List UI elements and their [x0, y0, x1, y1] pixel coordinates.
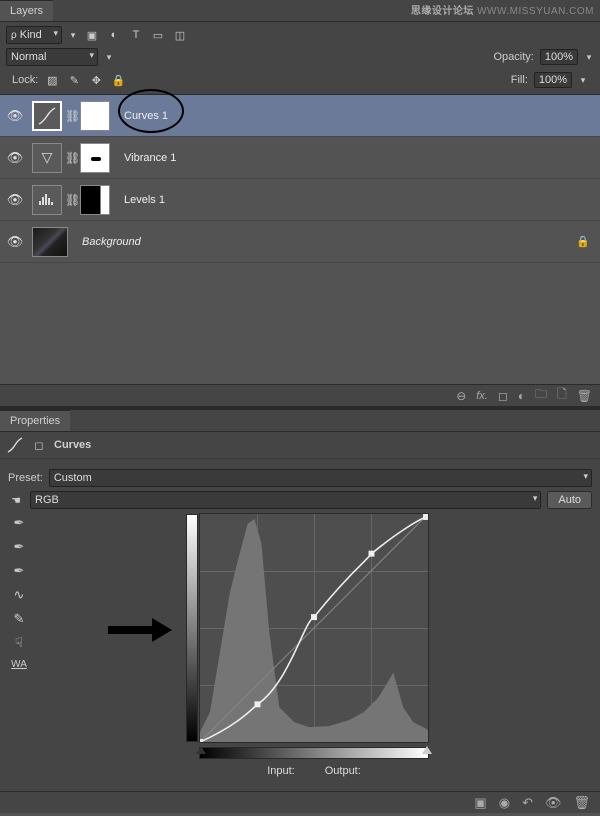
output-label: Output: [325, 765, 361, 777]
lock-pixels-icon[interactable]: ✎ [66, 72, 82, 88]
fill-value[interactable]: 100% [534, 72, 572, 88]
visibility-icon[interactable]: 👁 [6, 192, 24, 208]
filter-shape-icon[interactable]: ▭ [150, 27, 166, 43]
mask-thumb[interactable] [80, 185, 110, 215]
adjustment-thumb-curves[interactable] [32, 101, 62, 131]
white-point-slider[interactable] [422, 746, 432, 754]
output-gradient [186, 514, 198, 742]
trash-icon[interactable]: 🗑 [577, 389, 592, 403]
opacity-label: Opacity: [494, 51, 534, 63]
target-adjust-icon[interactable]: ☚ [8, 492, 24, 508]
layers-panel: Layers ρ Kind ▾ ▣ ◐ T ▭ ◫ Normal ▾ Opaci… [0, 0, 600, 406]
curve-line[interactable] [200, 514, 428, 742]
chevron-down-icon[interactable]: ▾ [104, 49, 114, 65]
mask-link-icon[interactable]: ⛓ [65, 193, 77, 207]
link-layers-icon[interactable]: ⊖ [456, 389, 466, 403]
auto-button[interactable]: Auto [547, 491, 592, 509]
mask-icon[interactable]: ◻ [30, 436, 48, 454]
filter-smart-icon[interactable]: ◫ [172, 27, 188, 43]
mask-thumb[interactable] [80, 143, 110, 173]
curves-tool-column: ✒ ✒ ✒ ∿ ✎ ☟ WA [8, 513, 30, 777]
layer-row-levels[interactable]: 👁 ⛓ Levels 1 [0, 179, 600, 221]
preset-label: Preset: [8, 472, 43, 484]
filter-adjust-icon[interactable]: ◐ [106, 27, 122, 43]
new-layer-icon[interactable]: 🗋 [557, 385, 567, 406]
layer-name[interactable]: Curves 1 [124, 110, 168, 122]
clip-to-layer-icon[interactable]: ▣ [474, 795, 486, 811]
lock-transparent-icon[interactable]: ▨ [44, 72, 60, 88]
channel-select[interactable]: RGB [30, 491, 541, 509]
mask-thumb[interactable] [80, 101, 110, 131]
input-gradient[interactable] [199, 747, 429, 759]
properties-panel: Properties ◻ Curves Preset: Custom ☚ RGB… [0, 406, 600, 813]
visibility-icon[interactable]: 👁 [6, 234, 24, 250]
lock-position-icon[interactable]: ✥ [88, 72, 104, 88]
blend-mode-select[interactable]: Normal [6, 48, 98, 66]
adjustment-thumb-levels[interactable] [32, 185, 62, 215]
layer-row-curves[interactable]: 👁 ⛓ Curves 1 [0, 95, 600, 137]
layer-name[interactable]: Background [82, 236, 141, 248]
new-group-icon[interactable]: 🗀 [535, 385, 547, 406]
chevron-down-icon[interactable]: ▾ [68, 27, 78, 43]
edit-points-icon[interactable]: ∿ [14, 587, 25, 603]
layers-panel-footer: ⊖ fx. ◻ ◐ 🗀 🗋 🗑 [0, 384, 600, 406]
reset-icon[interactable]: ↶ [522, 795, 533, 811]
options-icon[interactable]: WA [11, 659, 27, 670]
smooth-icon[interactable]: ☟ [15, 635, 23, 651]
visibility-toggle-icon[interactable]: 👁 [545, 795, 562, 811]
mask-link-icon[interactable]: ⛓ [65, 109, 77, 123]
filter-pixel-icon[interactable]: ▣ [84, 27, 100, 43]
adjustment-thumb-vibrance[interactable]: ▽ [32, 143, 62, 173]
input-label: Input: [267, 765, 295, 777]
eyedropper-white-icon[interactable]: ✒ [14, 563, 25, 579]
eyedropper-black-icon[interactable]: ✒ [14, 515, 25, 531]
previous-state-icon[interactable]: ◉ [499, 795, 510, 811]
eyedropper-gray-icon[interactable]: ✒ [14, 539, 25, 555]
chevron-down-icon[interactable]: ▾ [578, 72, 588, 88]
opacity-value[interactable]: 100% [540, 49, 578, 65]
lock-label: Lock: [12, 74, 38, 86]
layer-list: 👁 ⛓ Curves 1 👁 ▽ ⛓ Vibrance 1 👁 ⛓ Levels… [0, 94, 600, 384]
annotation-arrow [108, 620, 178, 640]
trash-icon[interactable]: 🗑 [573, 795, 590, 811]
properties-panel-footer: ▣ ◉ ↶ 👁 🗑 [0, 791, 600, 813]
filter-type-icon[interactable]: T [128, 27, 144, 43]
layer-row-vibrance[interactable]: 👁 ▽ ⛓ Vibrance 1 [0, 137, 600, 179]
fx-icon[interactable]: fx. [476, 390, 488, 402]
layer-name[interactable]: Levels 1 [124, 194, 165, 206]
curves-graph[interactable] [199, 513, 429, 743]
image-thumb[interactable] [32, 227, 68, 257]
filter-kind-select[interactable]: ρ Kind [6, 26, 62, 44]
layers-tab[interactable]: Layers [0, 0, 53, 21]
visibility-icon[interactable]: 👁 [6, 108, 24, 124]
properties-tab[interactable]: Properties [0, 410, 70, 431]
visibility-icon[interactable]: 👁 [6, 150, 24, 166]
watermark: 思缘设计论坛 WWW.MISSYUAN.COM [411, 2, 594, 17]
lock-all-icon[interactable]: 🔒 [110, 72, 126, 88]
mask-link-icon[interactable]: ⛓ [65, 151, 77, 165]
new-adjustment-icon[interactable]: ◐ [518, 389, 525, 403]
layer-name[interactable]: Vibrance 1 [124, 152, 176, 164]
curves-icon [6, 436, 24, 454]
layer-row-background[interactable]: 👁 Background 🔒 [0, 221, 600, 263]
properties-title: Curves [54, 439, 91, 451]
chevron-down-icon[interactable]: ▾ [584, 49, 594, 65]
draw-curve-icon[interactable]: ✎ [14, 611, 25, 627]
preset-select[interactable]: Custom [49, 469, 592, 487]
add-mask-icon[interactable]: ◻ [498, 389, 508, 403]
fill-label: Fill: [511, 74, 528, 86]
lock-icon: 🔒 [576, 235, 590, 248]
black-point-slider[interactable] [196, 746, 206, 754]
